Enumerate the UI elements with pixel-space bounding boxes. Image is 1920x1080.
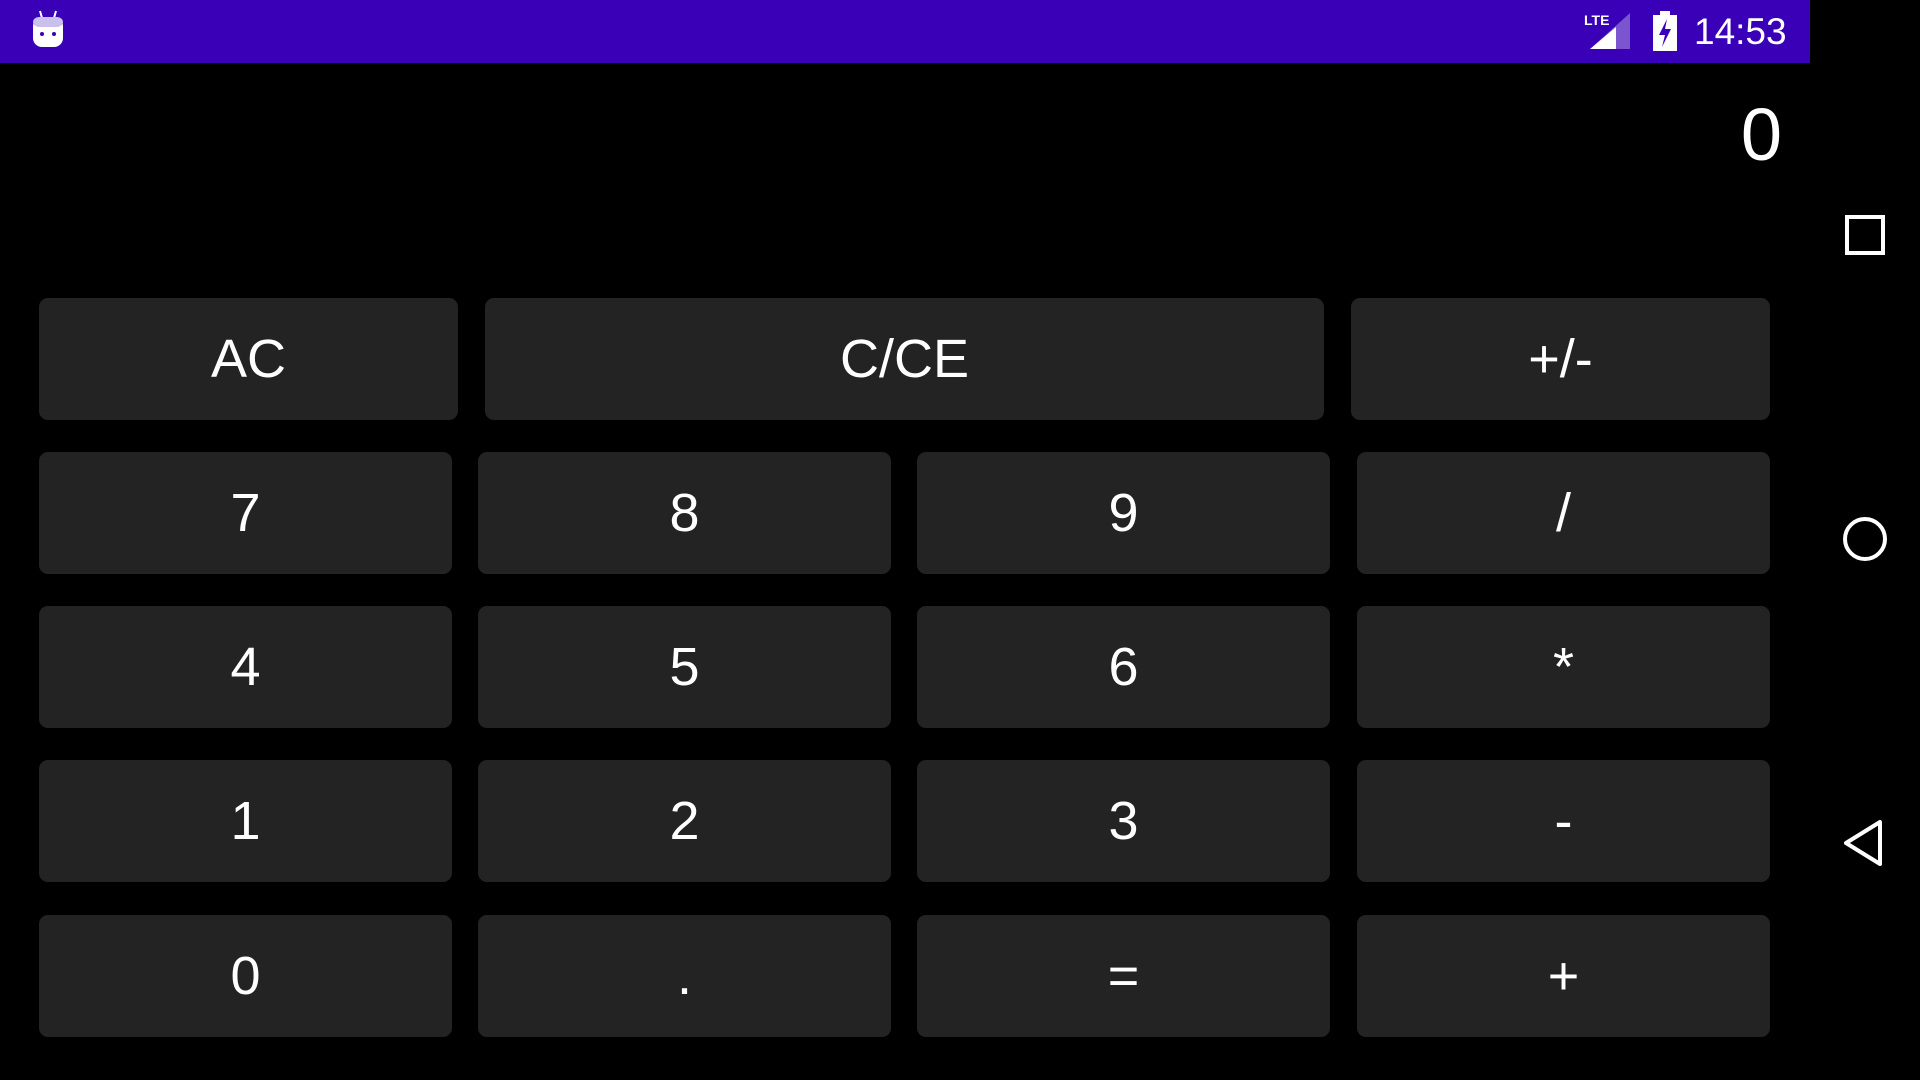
android-debug-icon — [33, 10, 63, 47]
digit-8-button[interactable]: 8 — [478, 452, 891, 574]
multiply-button[interactable]: * — [1357, 606, 1770, 728]
digit-1-button[interactable]: 1 — [39, 760, 452, 882]
status-bar: LTE 14:53 — [0, 0, 1810, 63]
clear-entry-button[interactable]: C/CE — [485, 298, 1324, 420]
recents-icon[interactable] — [1840, 210, 1890, 260]
decimal-button[interactable]: . — [478, 915, 891, 1037]
lte-signal-icon: LTE — [1584, 12, 1630, 49]
navigation-bar — [1810, 0, 1920, 1080]
digit-2-button[interactable]: 2 — [478, 760, 891, 882]
battery-charging-icon — [1653, 11, 1677, 51]
digit-9-button[interactable]: 9 — [917, 452, 1330, 574]
clock: 14:53 — [1694, 11, 1787, 52]
add-button[interactable]: + — [1357, 915, 1770, 1037]
digit-3-button[interactable]: 3 — [917, 760, 1330, 882]
equals-button[interactable]: = — [917, 915, 1330, 1037]
subtract-button[interactable]: - — [1357, 760, 1770, 882]
digit-0-button[interactable]: 0 — [39, 915, 452, 1037]
toggle-sign-button[interactable]: +/- — [1351, 298, 1770, 420]
result-display: 0 — [1740, 93, 1782, 176]
digit-4-button[interactable]: 4 — [39, 606, 452, 728]
divide-button[interactable]: / — [1357, 452, 1770, 574]
back-icon[interactable] — [1840, 818, 1890, 868]
all-clear-button[interactable]: AC — [39, 298, 458, 420]
digit-6-button[interactable]: 6 — [917, 606, 1330, 728]
digit-5-button[interactable]: 5 — [478, 606, 891, 728]
digit-7-button[interactable]: 7 — [39, 452, 452, 574]
home-icon[interactable] — [1840, 514, 1890, 564]
svg-text:LTE: LTE — [1584, 12, 1609, 28]
